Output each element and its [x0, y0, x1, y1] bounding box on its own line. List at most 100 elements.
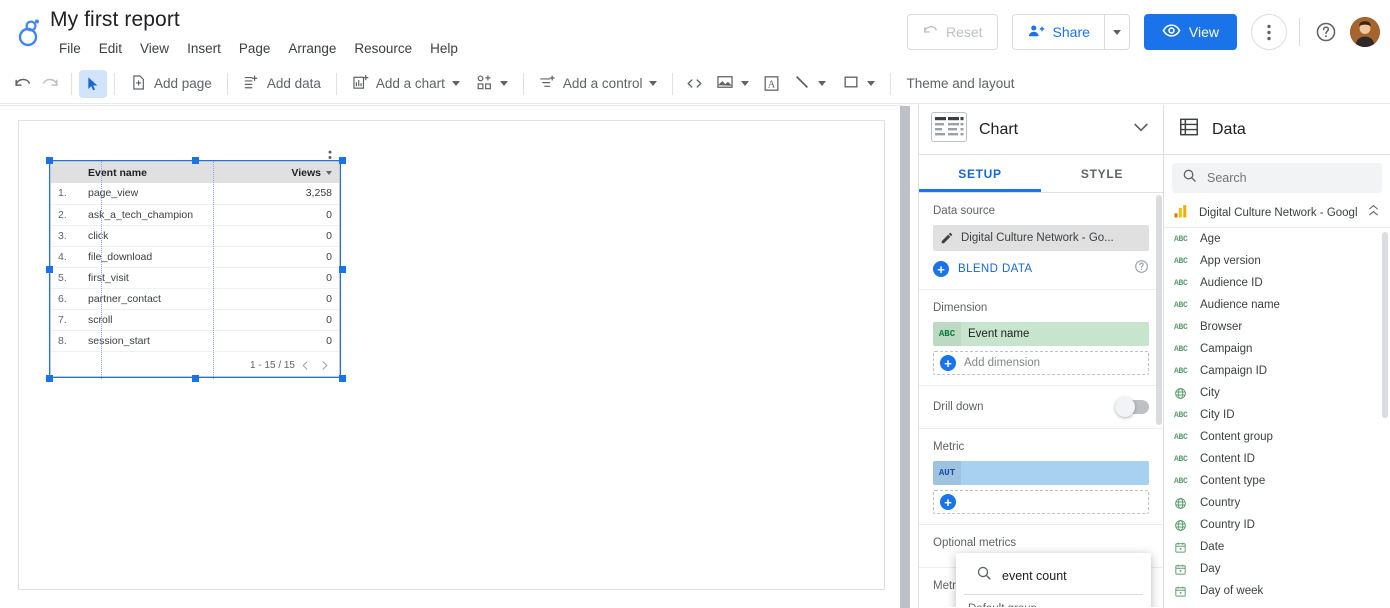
row-event-name: ask_a_tech_champion	[81, 204, 227, 225]
menu-arrange[interactable]: Arrange	[279, 38, 345, 60]
table-row[interactable]: 7.scroll0	[51, 309, 339, 330]
menu-file[interactable]: File	[50, 38, 90, 60]
help-circle-icon[interactable]	[1134, 259, 1149, 279]
reset-button[interactable]: Reset	[907, 14, 998, 50]
avatar[interactable]	[1350, 17, 1380, 47]
field-label: Campaign	[1200, 343, 1252, 355]
help-circle-icon[interactable]	[1312, 18, 1340, 46]
add-data-button[interactable]: Add data	[235, 70, 329, 98]
chevron-down-icon[interactable]	[1131, 117, 1151, 142]
line-button[interactable]	[785, 70, 834, 98]
embed-code-icon[interactable]	[680, 70, 708, 98]
add-page-button[interactable]: Add page	[122, 70, 220, 98]
field-label: App version	[1200, 255, 1261, 267]
text-box-icon[interactable]: A	[757, 70, 785, 98]
add-component-button[interactable]	[468, 70, 516, 98]
field-row[interactable]: Day	[1164, 558, 1390, 580]
field-row[interactable]: ABCContent ID	[1164, 448, 1390, 470]
field-label: Audience ID	[1200, 277, 1263, 289]
add-dimension-label: Add dimension	[964, 357, 1040, 369]
dimension-chip-event-name[interactable]: ABC Event name	[933, 322, 1149, 346]
share-dropdown-button[interactable]	[1104, 14, 1130, 50]
share-button[interactable]: Share	[1012, 14, 1104, 50]
table-row[interactable]: 8.session_start0	[51, 330, 339, 351]
add-dimension-slot[interactable]: + Add dimension	[933, 351, 1149, 375]
search-box[interactable]	[1172, 163, 1382, 193]
shape-button[interactable]	[834, 70, 883, 98]
search-input[interactable]	[1207, 171, 1357, 185]
image-button[interactable]	[708, 70, 757, 98]
add-metric-slot[interactable]: +	[933, 490, 1149, 514]
more-vertical-icon[interactable]	[1251, 14, 1287, 50]
field-list[interactable]: ABCAgeABCApp versionABCAudience IDABCAud…	[1164, 227, 1390, 608]
field-row[interactable]: ABCCity ID	[1164, 404, 1390, 426]
data-source-header[interactable]: Digital Culture Network - Google A...	[1164, 199, 1390, 227]
drill-down-toggle[interactable]	[1115, 400, 1149, 414]
field-row[interactable]: ABCBrowser	[1164, 316, 1390, 338]
field-row[interactable]: Date	[1164, 536, 1390, 558]
metric-chip[interactable]: AUT	[933, 461, 1149, 485]
field-row[interactable]: Country	[1164, 492, 1390, 514]
table-header-views[interactable]: Views	[227, 162, 339, 183]
menu-resource[interactable]: Resource	[345, 38, 421, 60]
view-button[interactable]: View	[1144, 14, 1237, 50]
page-title[interactable]: My first report	[50, 8, 180, 32]
chevron-right-icon[interactable]	[316, 357, 333, 374]
table-row[interactable]: 1.page_view3,258	[51, 183, 339, 204]
tab-style[interactable]: STYLE	[1041, 155, 1163, 192]
resize-handle-e[interactable]	[339, 266, 346, 273]
table-row[interactable]: 4.file_download0	[51, 246, 339, 267]
menu-insert[interactable]: Insert	[178, 38, 230, 60]
theme-and-layout-button[interactable]: Theme and layout	[898, 70, 1022, 98]
table-row[interactable]: 5.first_visit0	[51, 267, 339, 288]
table-body: 1.page_view3,258 2.ask_a_tech_champion0 …	[51, 183, 339, 372]
field-row[interactable]: ABCContent type	[1164, 470, 1390, 492]
field-list-scrollbar[interactable]	[1382, 232, 1388, 418]
field-row[interactable]: Day of week	[1164, 580, 1390, 602]
add-control-button[interactable]: Add a control	[531, 70, 666, 98]
abc-type-icon: ABC	[1174, 257, 1200, 266]
table-header-event-name[interactable]: Event name	[81, 162, 227, 183]
table-row[interactable]: 3.click0	[51, 225, 339, 246]
divider	[890, 73, 891, 95]
field-row[interactable]: ABCAudience name	[1164, 294, 1390, 316]
collapse-icon[interactable]	[1367, 204, 1380, 222]
redo-icon[interactable]	[36, 70, 64, 98]
abc-type-icon: ABC	[933, 322, 961, 346]
add-chart-button[interactable]: Add a chart	[344, 70, 468, 98]
blend-data-row[interactable]: + BLEND DATA	[933, 259, 1149, 279]
undo-icon[interactable]	[8, 70, 36, 98]
events-table[interactable]: Event name Views 1.page_view3,258 2.ask_…	[50, 161, 340, 377]
field-row[interactable]: ABCAudience ID	[1164, 272, 1390, 294]
tab-setup[interactable]: SETUP	[919, 155, 1041, 192]
field-row[interactable]: ABCCampaign	[1164, 338, 1390, 360]
canvas-scrollbar[interactable]	[900, 106, 910, 608]
field-row[interactable]: ABCApp version	[1164, 250, 1390, 272]
table-row[interactable]: 6.partner_contact0	[51, 288, 339, 309]
metric-search-row[interactable]	[964, 557, 1143, 595]
date-type-icon	[1174, 541, 1200, 554]
table-row[interactable]: 2.ask_a_tech_champion0	[51, 204, 339, 225]
cursor-arrow-icon[interactable]	[79, 70, 107, 98]
field-row[interactable]: ABCContent group	[1164, 426, 1390, 448]
field-row[interactable]: ABCCampaign ID	[1164, 360, 1390, 382]
menu-page[interactable]: Page	[230, 38, 280, 60]
metric-picker-popup[interactable]: Default group 123 Event count 123 Event …	[956, 553, 1151, 607]
report-canvas[interactable]: Event name Views 1.page_view3,258 2.ask_…	[0, 105, 903, 608]
report-page[interactable]: Event name Views 1.page_view3,258 2.ask_…	[18, 120, 885, 590]
resize-handle-ne[interactable]	[339, 157, 346, 164]
metric-search-input[interactable]	[1002, 569, 1132, 583]
resize-handle-se[interactable]	[339, 375, 346, 382]
field-row[interactable]: ABCAge	[1164, 228, 1390, 250]
menu-edit[interactable]: Edit	[90, 38, 131, 60]
menu-help[interactable]: Help	[421, 38, 467, 60]
data-source-chip[interactable]: Digital Culture Network - Go...	[933, 225, 1149, 251]
field-row[interactable]: City	[1164, 382, 1390, 404]
field-row[interactable]: Country ID	[1164, 514, 1390, 536]
menu-view[interactable]: View	[131, 38, 178, 60]
looker-studio-logo[interactable]	[12, 16, 46, 50]
pencil-icon[interactable]	[933, 231, 961, 245]
divider	[114, 73, 115, 95]
chevron-left-icon[interactable]	[297, 357, 314, 374]
chart-panel-scrollbar[interactable]	[1156, 195, 1162, 425]
